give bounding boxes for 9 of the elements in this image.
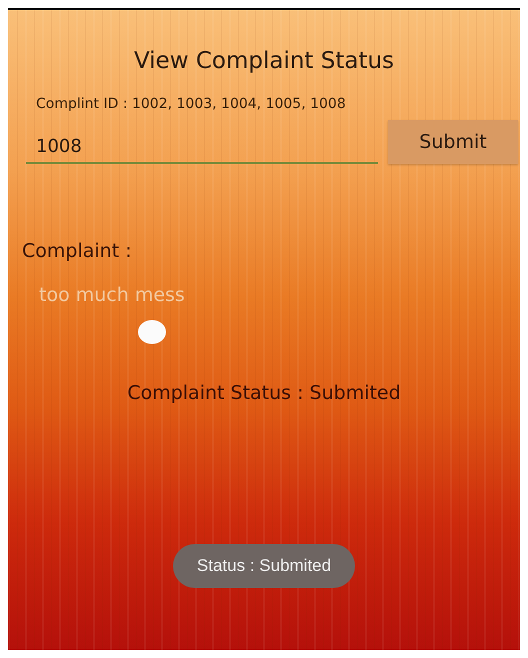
complaint-id-hint: Complint ID : 1002, 1003, 1004, 1005, 1008	[36, 96, 347, 112]
status-toast: Status : Submited	[172, 544, 356, 588]
round-handle[interactable]	[138, 320, 166, 344]
page-title: View Complaint Status	[134, 48, 394, 74]
complaint-status: Complaint Status : Submited	[127, 382, 401, 404]
complaint-label: Complaint :	[22, 240, 132, 262]
complaint-text: too much mess	[39, 284, 185, 306]
complaint-id-field[interactable]: 1008	[26, 130, 378, 164]
submit-button[interactable]: Submit	[388, 120, 518, 164]
